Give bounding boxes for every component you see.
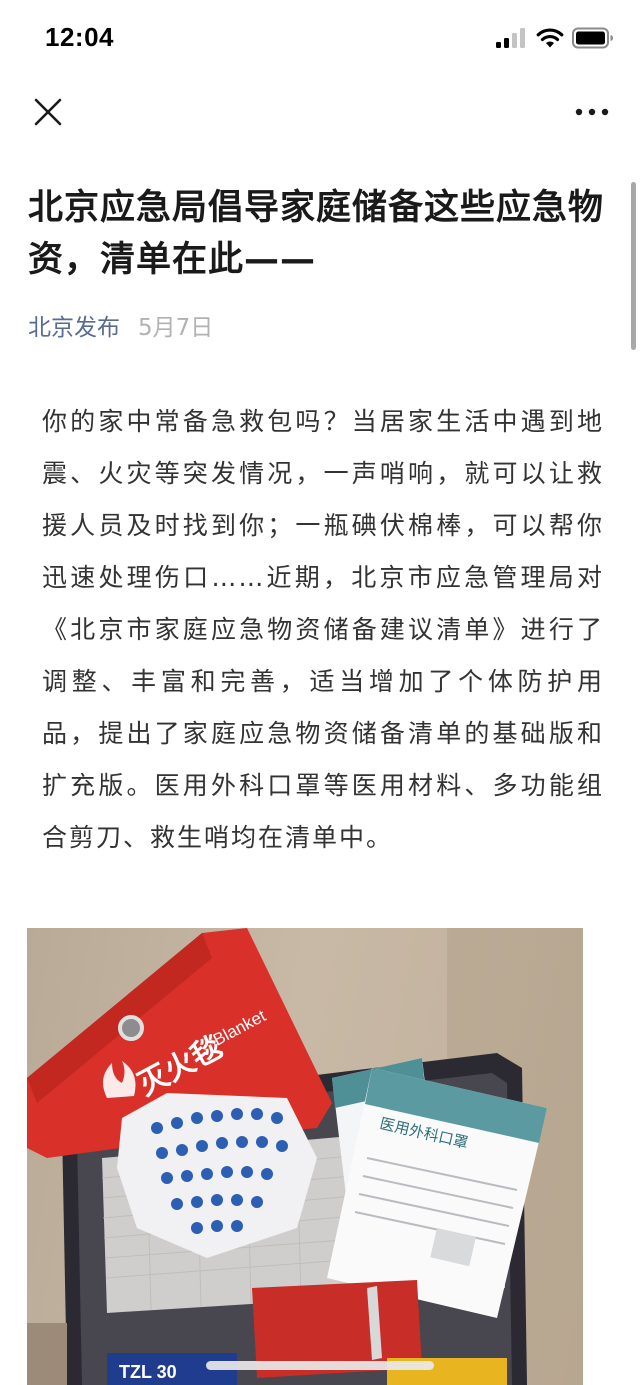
article-body: 你的家中常备急救包吗？当居家生活中遇到地震、火灾等突发情况，一声哨响，就可以让救…	[42, 407, 604, 852]
status-icons	[496, 26, 614, 50]
close-icon	[34, 98, 62, 126]
status-bar: 12:04	[0, 0, 640, 76]
status-time: 12:04	[45, 22, 114, 52]
article-title: 北京应急局倡导家庭储备这些应急物资，清单在此——	[28, 188, 605, 280]
wifi-icon	[536, 28, 564, 48]
close-button[interactable]	[30, 94, 66, 130]
flashlight-label: TZL 30	[119, 1362, 177, 1382]
more-button[interactable]	[574, 100, 610, 124]
publish-date: 5月7日	[138, 315, 214, 341]
signal-icon	[496, 28, 525, 48]
more-icon	[575, 108, 609, 116]
article-photo[interactable]: 灭火毯 Blanket 医用外科口罩 TZL 30	[27, 928, 583, 1385]
emergency-kit-illustration: 灭火毯 Blanket 医用外科口罩 TZL 30	[27, 928, 583, 1385]
author-link[interactable]: 北京发布	[28, 312, 120, 344]
article-meta: 北京发布 5月7日	[28, 312, 213, 344]
home-indicator[interactable]	[206, 1361, 434, 1370]
nav-bar	[0, 76, 640, 148]
scrollbar-thumb[interactable]	[631, 182, 636, 350]
battery-icon	[572, 27, 613, 49]
